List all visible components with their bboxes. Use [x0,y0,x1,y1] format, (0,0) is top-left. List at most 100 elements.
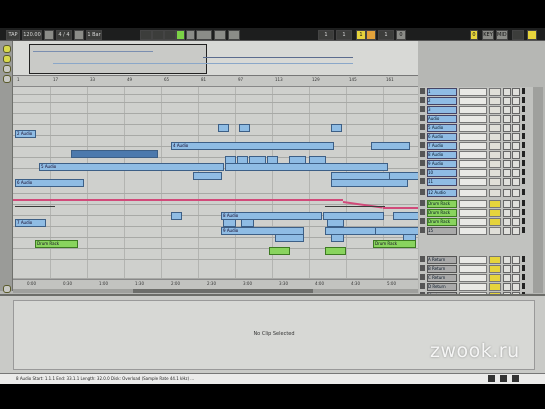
track-fold-icon[interactable] [420,124,425,130]
clip[interactable]: 8 Audio [221,212,322,220]
solo-button[interactable] [503,283,511,291]
solo-button[interactable] [503,142,511,150]
track-volume-field[interactable] [489,88,501,96]
track-fold-icon[interactable] [420,169,425,175]
track-volume-field[interactable] [489,256,501,264]
hide-detail-icon[interactable] [488,375,495,382]
track-io-chooser[interactable] [459,274,487,282]
track-lane[interactable] [13,114,418,125]
track-name[interactable]: Drum Rack [427,218,457,226]
track-io-chooser[interactable] [459,283,487,291]
track-lane[interactable] [13,87,418,95]
arm-button[interactable] [512,274,520,282]
solo-button[interactable] [503,274,511,282]
arm-button[interactable] [512,265,520,273]
track-name[interactable]: 10 [427,169,457,177]
track-name[interactable]: 15 [427,227,457,235]
solo-button[interactable] [503,160,511,168]
solo-button[interactable] [503,200,511,208]
track-io-chooser[interactable] [459,97,487,105]
solo-button[interactable] [503,133,511,141]
beat-time-ruler[interactable]: 1 17 33 49 65 81 97 113 129 145 161 [13,76,418,87]
clip[interactable]: 4 Audio [171,142,334,150]
clip[interactable] [171,212,182,220]
track-header[interactable]: Drum Rack [419,208,533,217]
loop-button[interactable] [176,30,185,40]
track-volume-field[interactable] [489,265,501,273]
solo-button[interactable] [503,265,511,273]
track-name[interactable]: Audio [427,115,457,123]
track-volume-field[interactable] [489,160,501,168]
solo-button[interactable] [503,256,511,264]
clip[interactable] [223,219,236,227]
quantize-menu[interactable]: 1 Bar [86,30,102,40]
track-lane[interactable] [13,95,418,103]
clip[interactable] [325,247,346,255]
arm-button[interactable] [512,115,520,123]
clip[interactable] [241,219,254,227]
track-io-chooser[interactable] [459,178,487,186]
clip[interactable] [331,234,344,242]
track-volume-field[interactable] [489,274,501,282]
track-header[interactable]: 7 Audio [419,141,533,150]
overdub-button[interactable] [196,30,212,40]
track-volume-field[interactable] [489,189,501,197]
track-io-chooser[interactable] [459,200,487,208]
loop-length-field[interactable]: 1 [336,30,352,40]
arm-button[interactable] [512,133,520,141]
track-header[interactable]: Drum Rack [419,217,533,226]
track-lane[interactable] [13,125,418,136]
track-lane[interactable] [13,249,418,260]
track-name[interactable]: 7 Audio [427,142,457,150]
vertical-scrollbar[interactable] [533,87,543,293]
clip[interactable]: 7 Audio [15,219,46,227]
punch-out-field[interactable]: 1 [378,30,394,40]
track-fold-icon[interactable] [420,133,425,139]
track-name[interactable]: 11 [427,178,457,186]
track-volume-field[interactable] [489,209,501,217]
metronome-button[interactable] [74,30,84,40]
track-fold-icon[interactable] [420,274,425,280]
track-header[interactable]: 6 Audio [419,132,533,141]
automation-arm-button[interactable] [214,30,226,40]
solo-button[interactable] [503,106,511,114]
track-io-chooser[interactable] [459,142,487,150]
track-name[interactable]: C Return [427,274,457,282]
solo-button[interactable] [503,209,511,217]
horizontal-scrollbar[interactable] [13,289,418,293]
clip[interactable] [193,172,222,180]
track-volume-field[interactable] [489,97,501,105]
track-volume-field[interactable] [489,178,501,186]
track-name[interactable]: D Return [427,283,457,291]
automation-line[interactable] [325,206,385,207]
arm-button[interactable] [512,124,520,132]
solo-button[interactable] [503,97,511,105]
track-header[interactable]: 5 Audio [419,123,533,132]
browser-toggle-icon[interactable] [3,45,11,53]
track-volume-field[interactable] [489,200,501,208]
track-volume-field[interactable] [489,106,501,114]
clip[interactable] [331,124,342,132]
track-header[interactable]: 11 [419,177,533,186]
key-map-button[interactable]: KEY [482,30,494,40]
clip[interactable]: 5 Audio [39,163,224,171]
track-header[interactable]: Audio [419,114,533,123]
track-volume-field[interactable] [489,115,501,123]
device-browser-icon[interactable] [3,55,11,63]
track-volume-field[interactable] [489,227,501,235]
arm-button[interactable] [512,88,520,96]
solo-button[interactable] [503,115,511,123]
arrangement-view[interactable]: 2 Audio 4 Audio 5 Audio 6 Audio 7 Audio … [13,87,418,279]
track-fold-icon[interactable] [420,227,425,233]
arm-button[interactable] [512,200,520,208]
clip[interactable]: 6 Audio [15,179,84,187]
track-volume-field[interactable] [489,151,501,159]
solo-button[interactable] [503,189,511,197]
solo-button[interactable] [503,151,511,159]
overview-toggle-icon[interactable] [3,75,11,83]
track-io-chooser[interactable] [459,169,487,177]
track-fold-icon[interactable] [420,265,425,271]
track-fold-icon[interactable] [420,115,425,121]
track-name[interactable]: 5 Audio [427,124,457,132]
clip[interactable] [225,163,388,171]
